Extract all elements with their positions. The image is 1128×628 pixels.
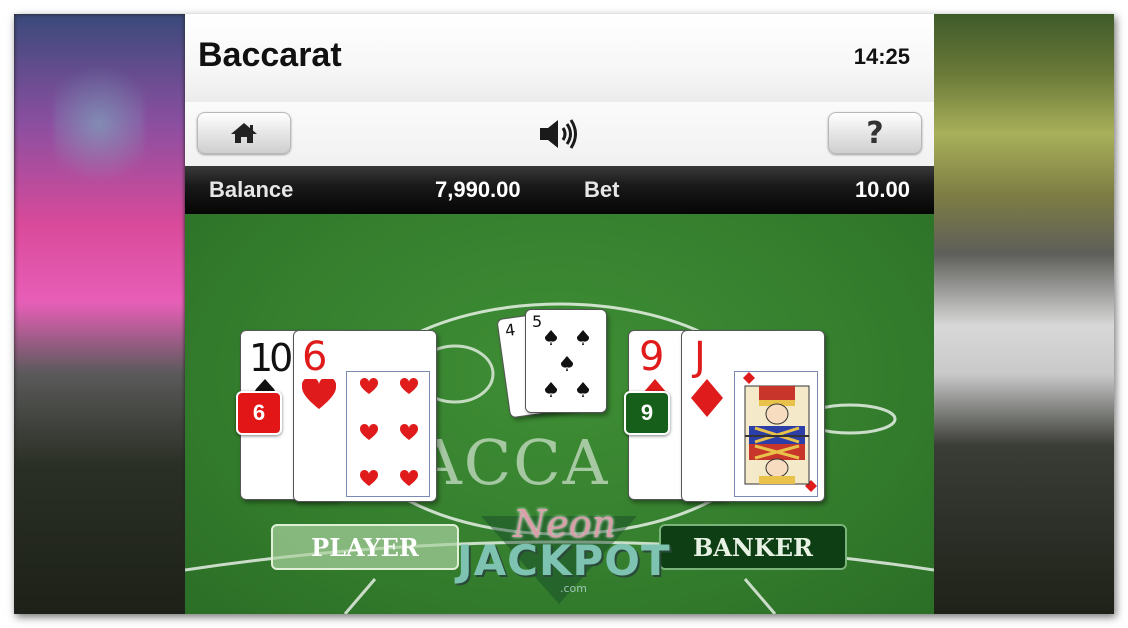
jack-face-panel <box>734 371 818 497</box>
balance-bar: Balance 7,990.00 Bet 10.00 <box>185 166 934 214</box>
speaker-icon[interactable] <box>537 115 579 153</box>
jack-portrait-icon <box>743 372 817 492</box>
heart-pips-icon <box>359 377 419 486</box>
heart-icon <box>302 379 336 409</box>
home-icon <box>231 123 257 143</box>
player-score-badge: 6 <box>236 391 282 435</box>
banker-bet-button[interactable]: BANKER <box>659 524 847 570</box>
app-title: Baccarat <box>198 36 342 74</box>
help-label: ? <box>866 115 884 151</box>
blurred-background-left <box>14 14 185 614</box>
bet-label: Bet <box>584 177 620 202</box>
card-rank: 4 <box>503 319 517 341</box>
card-rank: 6 <box>302 334 328 380</box>
screenshot-frame: Baccarat 14:25 ? Balance 7,990.00 Bet 10… <box>14 14 1114 614</box>
spade-pips-icon <box>544 330 590 397</box>
balance-label: Balance <box>209 177 294 202</box>
diamond-icon <box>691 379 723 417</box>
banker-card-2: J <box>681 330 825 502</box>
card-face-panel <box>346 371 430 497</box>
watermark-domain: .com <box>560 582 587 595</box>
blurred-background-right <box>934 14 1114 614</box>
balance-value: 7,990.00 <box>435 177 521 202</box>
title-bar: Baccarat 14:25 <box>185 14 934 102</box>
help-button[interactable]: ? <box>828 112 922 154</box>
card-rank: 9 <box>639 334 665 380</box>
baccarat-table: ACCA 4 5 10 6 6 9 J 9 PLAYER BANKER Neon… <box>185 214 934 614</box>
clock: 14:25 <box>853 44 910 69</box>
card-rank: J <box>694 334 706 380</box>
player-bet-button[interactable]: PLAYER <box>271 524 459 570</box>
banker-score-badge: 9 <box>624 391 670 435</box>
table-imprint-text: ACCA <box>417 426 610 499</box>
game-screen: Baccarat 14:25 ? Balance 7,990.00 Bet 10… <box>185 14 934 614</box>
card-rank: 10 <box>249 336 293 380</box>
shoe-card-front: 5 <box>525 309 607 413</box>
home-button[interactable] <box>197 112 291 154</box>
watermark-jackpot: JACKPOT <box>457 536 671 585</box>
bet-value: 10.00 <box>854 177 910 202</box>
player-card-2: 6 <box>293 330 437 502</box>
